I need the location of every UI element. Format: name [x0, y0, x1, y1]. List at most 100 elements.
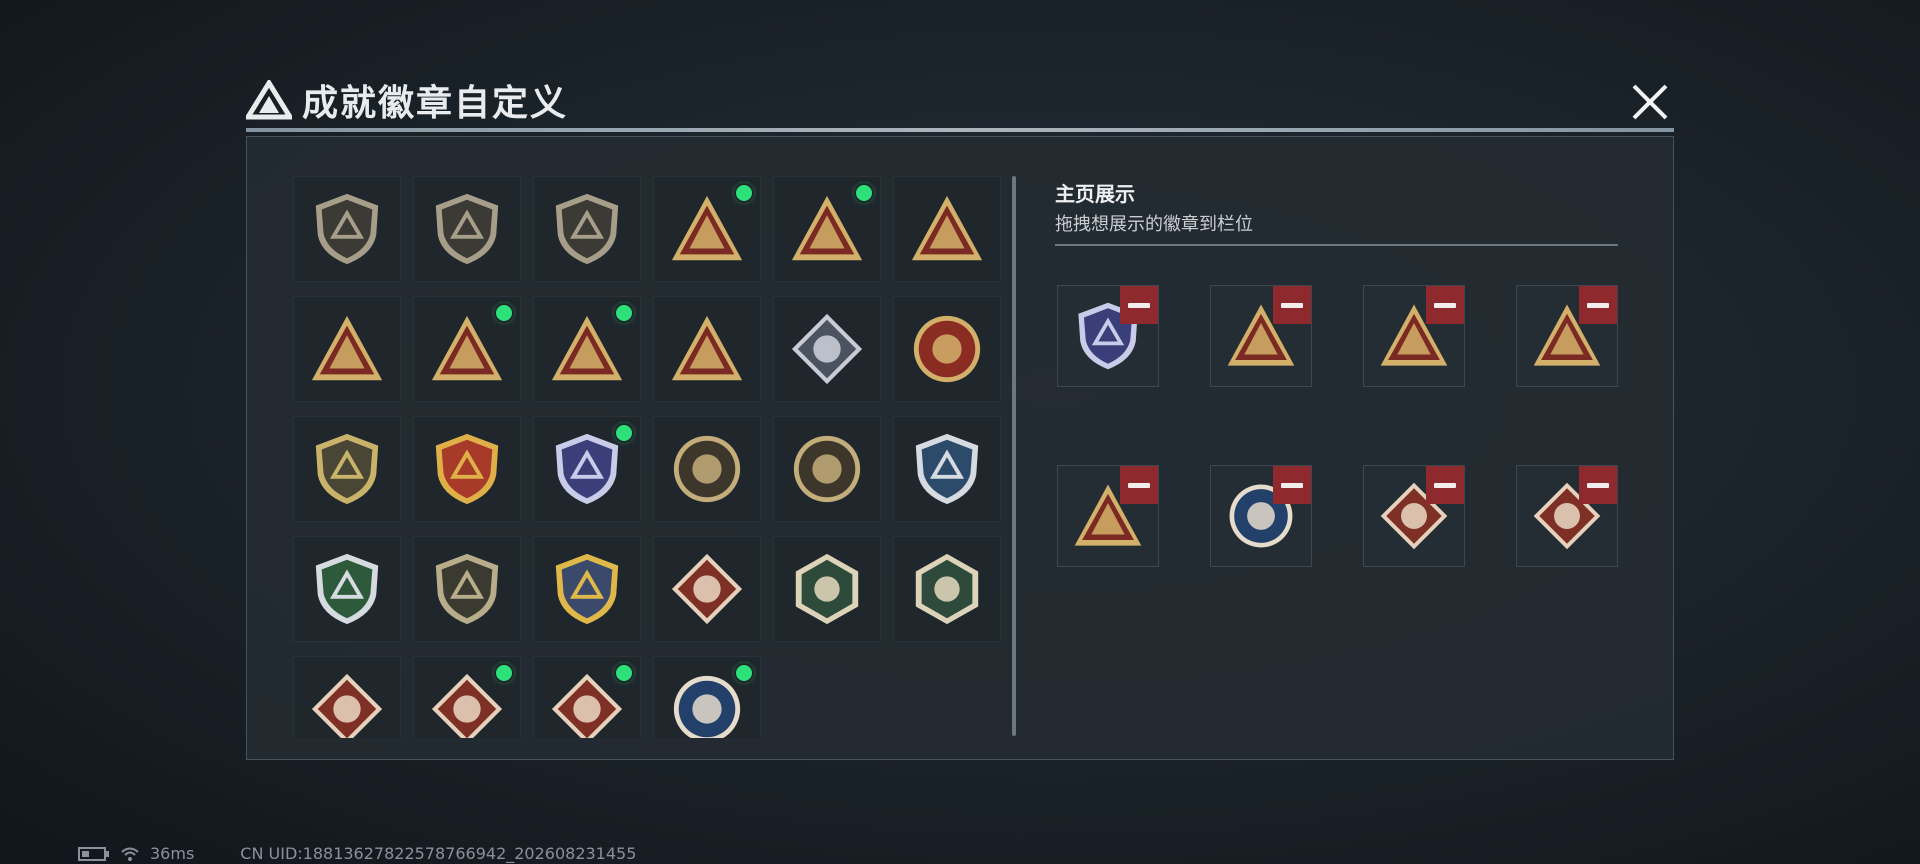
badge-cell[interactable] [653, 656, 761, 738]
showcase-slot[interactable] [1210, 285, 1312, 387]
badge-cell[interactable] [293, 656, 401, 738]
badge-cell[interactable] [413, 296, 521, 402]
scrollbar[interactable] [1012, 176, 1016, 736]
minus-icon [1587, 482, 1609, 488]
badge-cell[interactable] [773, 176, 881, 282]
remove-badge-button[interactable] [1120, 466, 1158, 504]
badge-cell[interactable] [773, 536, 881, 642]
number-1-badge-icon [311, 315, 383, 381]
skull-target-badge-icon [793, 435, 861, 503]
showcase-slot[interactable] [1057, 285, 1159, 387]
title-divider [246, 128, 1674, 132]
new-indicator-dot [856, 185, 872, 201]
new-indicator-dot [616, 425, 632, 441]
badge-cell[interactable] [773, 296, 881, 402]
battery-icon [78, 846, 109, 861]
helicopter-badge-icon [435, 193, 499, 265]
new-indicator-dot [616, 665, 632, 681]
dagger-badge-icon [555, 193, 619, 265]
remove-badge-button[interactable] [1120, 286, 1158, 324]
minus-icon [1128, 302, 1150, 308]
badge-cell[interactable] [293, 176, 401, 282]
minus-icon [1128, 482, 1150, 488]
badge-cell[interactable] [413, 536, 521, 642]
showcase-slot[interactable] [1363, 465, 1465, 567]
rose-badge-icon [791, 313, 863, 385]
wifi-icon [121, 847, 139, 861]
usb-badge-icon [431, 315, 503, 381]
close-icon[interactable] [1628, 80, 1672, 124]
armor-56-badge-icon [791, 195, 863, 261]
badge-cell[interactable] [653, 296, 761, 402]
badge-collection-grid[interactable] [293, 176, 1001, 738]
badge-cell[interactable] [413, 656, 521, 738]
hammer-badge-icon [915, 553, 979, 625]
crouching-figure-badge-icon [551, 315, 623, 381]
hand-sign-badge-icon [911, 195, 983, 261]
badge-cell[interactable] [413, 176, 521, 282]
badge-cell[interactable] [533, 656, 641, 738]
remove-badge-button[interactable] [1426, 286, 1464, 324]
showcase-slot[interactable] [1057, 465, 1159, 567]
remove-badge-button[interactable] [1579, 466, 1617, 504]
badge-cell[interactable] [293, 536, 401, 642]
minus-icon [1434, 302, 1456, 308]
diamond-shield-badge-icon [555, 433, 619, 505]
soldiers-badge-icon [671, 315, 743, 381]
badge-cell[interactable] [413, 416, 521, 522]
status-bar: 36ms CN UID:18813627822578766942_2026082… [78, 844, 636, 863]
agent-target-badge-icon [673, 435, 741, 503]
badge-cell[interactable] [533, 416, 641, 522]
remove-badge-button[interactable] [1273, 466, 1311, 504]
showcase-divider [1055, 244, 1618, 246]
remove-badge-button[interactable] [1273, 286, 1311, 324]
badge-cell[interactable] [533, 536, 641, 642]
ping-readout: 36ms [150, 844, 195, 863]
showcase-subtitle: 拖拽想展示的徽章到栏位 [1055, 214, 1253, 235]
new-indicator-dot [496, 665, 512, 681]
badge-cell[interactable] [773, 416, 881, 522]
badge-cell[interactable] [653, 416, 761, 522]
hornet-badge-icon [795, 553, 859, 625]
new-indicator-dot [736, 665, 752, 681]
page-title: 成就徽章自定义 [302, 83, 569, 124]
badge-cell[interactable] [893, 176, 1001, 282]
minus-icon [1281, 302, 1303, 308]
badge-cell[interactable] [533, 296, 641, 402]
showcase-title: 主页展示 [1055, 182, 1135, 206]
rifle-badge-icon [435, 553, 499, 625]
badge-cell[interactable] [293, 296, 401, 402]
shield-logo-badge-icon [315, 193, 379, 265]
badge-cell[interactable] [293, 416, 401, 522]
wolf-badge-icon [671, 553, 743, 625]
gold-emblem-badge-icon [555, 553, 619, 625]
minus-icon [1281, 482, 1303, 488]
badge-cell[interactable] [533, 176, 641, 282]
remove-badge-button[interactable] [1579, 286, 1617, 324]
bag-55-badge-icon [671, 195, 743, 261]
badge-cell[interactable] [893, 296, 1001, 402]
winged-shield-badge-icon [435, 433, 499, 505]
showcase-slot[interactable] [1363, 285, 1465, 387]
showcase-slot[interactable] [1516, 285, 1618, 387]
player-uid: CN UID:18813627822578766942_202608231455 [240, 844, 637, 863]
badge-cell[interactable] [893, 416, 1001, 522]
sniper-blue-badge-icon [915, 433, 979, 505]
showcase-slot[interactable] [1516, 465, 1618, 567]
minus-icon [1587, 302, 1609, 308]
remove-badge-button[interactable] [1426, 466, 1464, 504]
badge-cell[interactable] [893, 536, 1001, 642]
minus-icon [1434, 482, 1456, 488]
showcase-slot[interactable] [1210, 465, 1312, 567]
lynx-badge-icon [673, 675, 741, 738]
monkey-badge-icon [551, 673, 623, 738]
gold-crest-badge-icon [315, 433, 379, 505]
tri-logo-icon [246, 80, 292, 120]
new-indicator-dot [496, 305, 512, 321]
badge-cell[interactable] [653, 536, 761, 642]
new-indicator-dot [616, 305, 632, 321]
window-title-bar: 成就徽章自定义 [246, 78, 568, 124]
sniper-green-badge-icon [315, 553, 379, 625]
badge-cell[interactable] [653, 176, 761, 282]
star-medal-badge-icon [913, 315, 981, 383]
